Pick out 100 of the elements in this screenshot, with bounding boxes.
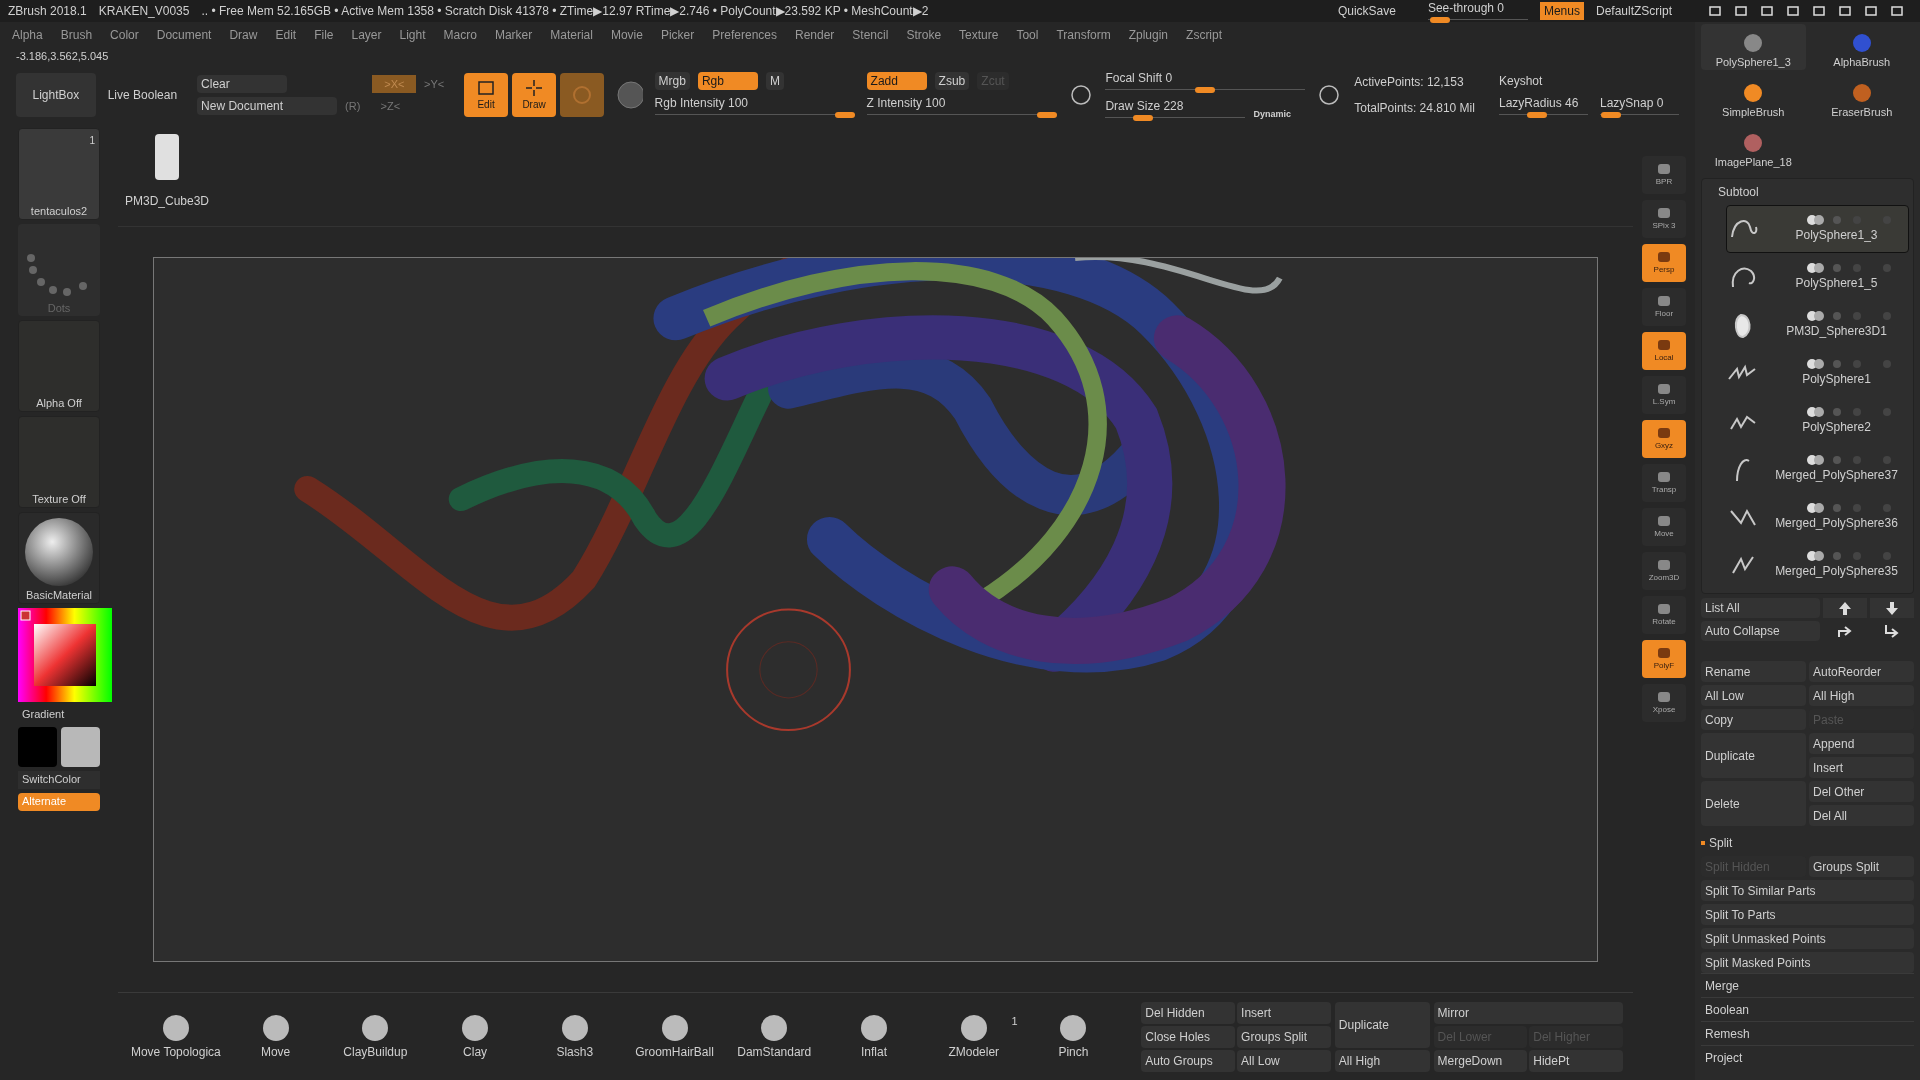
brush-button[interactable]: GroomHairBall [626, 1012, 723, 1061]
append-button[interactable]: Append [1809, 733, 1914, 754]
menu-item[interactable]: Zscript [1186, 26, 1223, 44]
section-header[interactable]: Boolean [1701, 997, 1914, 1021]
auto-collapse-button[interactable]: Auto Collapse [1701, 621, 1820, 641]
view-button[interactable]: Local [1642, 332, 1686, 370]
view-button[interactable]: Xpose [1642, 684, 1686, 722]
section-header[interactable]: Merge [1701, 973, 1914, 997]
view-button[interactable]: L.Sym [1642, 376, 1686, 414]
action-button[interactable]: Insert [1237, 1001, 1331, 1024]
slider-track[interactable] [1427, 17, 1528, 23]
brush-button[interactable]: Slash3 [526, 1012, 623, 1061]
view-button[interactable]: PolyF [1642, 640, 1686, 678]
all-high-button[interactable]: All High [1334, 1049, 1430, 1072]
menu-item[interactable]: Draw [229, 26, 258, 44]
delete-button[interactable]: Delete [1701, 781, 1806, 826]
brush-button[interactable]: Move Topologica [128, 1012, 224, 1061]
brush-button[interactable]: Inflat [826, 1012, 922, 1061]
menu-item[interactable]: Movie [610, 26, 643, 44]
duplicate-button[interactable]: Duplicate [1701, 733, 1806, 778]
layout-icon[interactable] [1734, 5, 1748, 17]
edit-mode-button[interactable]: Edit [464, 73, 509, 117]
view-button[interactable]: Floor [1642, 288, 1686, 326]
view-button[interactable]: Gxyz [1642, 420, 1686, 458]
auto-reorder-button[interactable]: AutoReorder [1809, 661, 1914, 682]
menus-button[interactable]: Menus [1539, 2, 1584, 20]
split-button[interactable]: Groups Split [1809, 856, 1914, 877]
menu-item[interactable]: Layer [351, 26, 382, 44]
brush-button[interactable]: DamStandard [726, 1012, 823, 1061]
color-picker[interactable] [18, 608, 112, 702]
slider-thumb[interactable] [1195, 87, 1216, 93]
slider-track[interactable] [654, 112, 855, 118]
brush-thumbnail[interactable]: SimpleBrush [1701, 74, 1806, 120]
split-button[interactable]: Split Unmasked Points [1701, 928, 1914, 949]
color-swatch[interactable] [18, 726, 57, 767]
color-swatch[interactable] [61, 726, 100, 767]
slider-thumb[interactable] [834, 112, 855, 118]
subtool-item[interactable]: PolySphere1 [1726, 349, 1909, 397]
action-button[interactable]: Del Hidden [1141, 1001, 1236, 1024]
brush-thumbnail[interactable]: ImagePlane_18 [1701, 124, 1806, 170]
action-button[interactable]: Groups Split [1237, 1025, 1331, 1048]
action-button[interactable]: Auto Groups [1141, 1049, 1236, 1072]
slider-thumb[interactable] [1429, 17, 1450, 23]
brush-thumbnail[interactable]: PolySphere1_3 [1701, 24, 1806, 70]
view-button[interactable]: Zoom3D [1642, 552, 1686, 590]
switch-color-button[interactable]: SwitchColor [18, 770, 100, 789]
draw-mode-button[interactable]: Draw [512, 73, 557, 117]
brush-thumbnail[interactable]: AlphaBrush [1809, 24, 1914, 70]
rename-button[interactable]: Rename [1701, 661, 1806, 682]
duplicate-button[interactable]: Duplicate [1334, 1001, 1430, 1048]
slider-track[interactable] [1105, 115, 1246, 121]
window-icon[interactable] [1760, 5, 1774, 17]
slider-track[interactable] [866, 112, 1057, 118]
view-button[interactable]: Transp [1642, 464, 1686, 502]
mirror-button[interactable]: Mirror [1433, 1001, 1623, 1024]
color-mode-button[interactable]: Mrgb [654, 72, 690, 90]
alpha-thumbnail[interactable]: Alpha Off [18, 320, 100, 412]
quicksave-button[interactable]: QuickSave [1333, 2, 1400, 20]
action-button[interactable]: MergeDown [1433, 1049, 1528, 1072]
move-mode-button[interactable] [560, 73, 605, 117]
subtool-item[interactable]: Merged_PolySphere35 [1726, 541, 1909, 589]
section-header[interactable]: Project [1701, 1045, 1914, 1069]
list-all-button[interactable]: List All [1701, 598, 1820, 618]
menu-item[interactable]: Edit [275, 26, 297, 44]
view-button[interactable]: SPix 3 [1642, 200, 1686, 238]
view-button[interactable]: Rotate [1642, 596, 1686, 634]
new-document-button[interactable]: New Document [197, 97, 338, 115]
menu-item[interactable]: Transform [1056, 26, 1111, 44]
split-button[interactable]: Split To Parts [1701, 904, 1914, 925]
menu-item[interactable]: Brush [60, 26, 93, 44]
split-title[interactable]: Split [1709, 834, 1733, 852]
del-other-button[interactable]: Del Other [1809, 781, 1914, 802]
menu-item[interactable]: Stroke [906, 26, 942, 44]
all-low-button[interactable]: All Low [1701, 685, 1806, 706]
copy-button[interactable]: Copy [1701, 709, 1806, 730]
menu-item[interactable]: Tool [1016, 26, 1039, 44]
lightbox-button[interactable]: LightBox [16, 73, 96, 117]
menu-item[interactable]: Render [795, 26, 835, 44]
depth-mode-button[interactable]: Zadd [866, 72, 927, 90]
menu-item[interactable]: Material [550, 26, 593, 44]
slider-thumb[interactable] [1133, 115, 1153, 121]
subtool-item[interactable]: PM3D_Sphere3D1 [1726, 301, 1909, 349]
menu-item[interactable]: Document [156, 26, 212, 44]
slider-track[interactable] [1105, 87, 1306, 93]
menu-item[interactable]: Macro [443, 26, 477, 44]
view-button[interactable]: Move [1642, 508, 1686, 546]
slider-track[interactable] [1599, 112, 1679, 118]
brush-button[interactable]: Clay [427, 1012, 523, 1061]
menu-item[interactable]: Marker [494, 26, 533, 44]
color-mode-button[interactable]: Rgb [697, 72, 758, 90]
depth-mode-button[interactable]: Zsub [934, 72, 970, 90]
tool-thumbnail[interactable]: PM3D_Cube3D [122, 126, 212, 210]
subtool-item[interactable]: Merged_PolySphere36 [1726, 493, 1909, 541]
menu-item[interactable]: Alpha [12, 26, 43, 44]
menu-item[interactable]: Zplugin [1128, 26, 1169, 44]
tool-thumbnail[interactable]: 1 tentaculos2 [18, 128, 100, 220]
action-button[interactable]: Close Holes [1141, 1025, 1236, 1048]
subtool-item[interactable]: PolySphere2 [1726, 397, 1909, 445]
menu-item[interactable]: Stencil [852, 26, 889, 44]
slider-thumb[interactable] [1526, 112, 1547, 118]
